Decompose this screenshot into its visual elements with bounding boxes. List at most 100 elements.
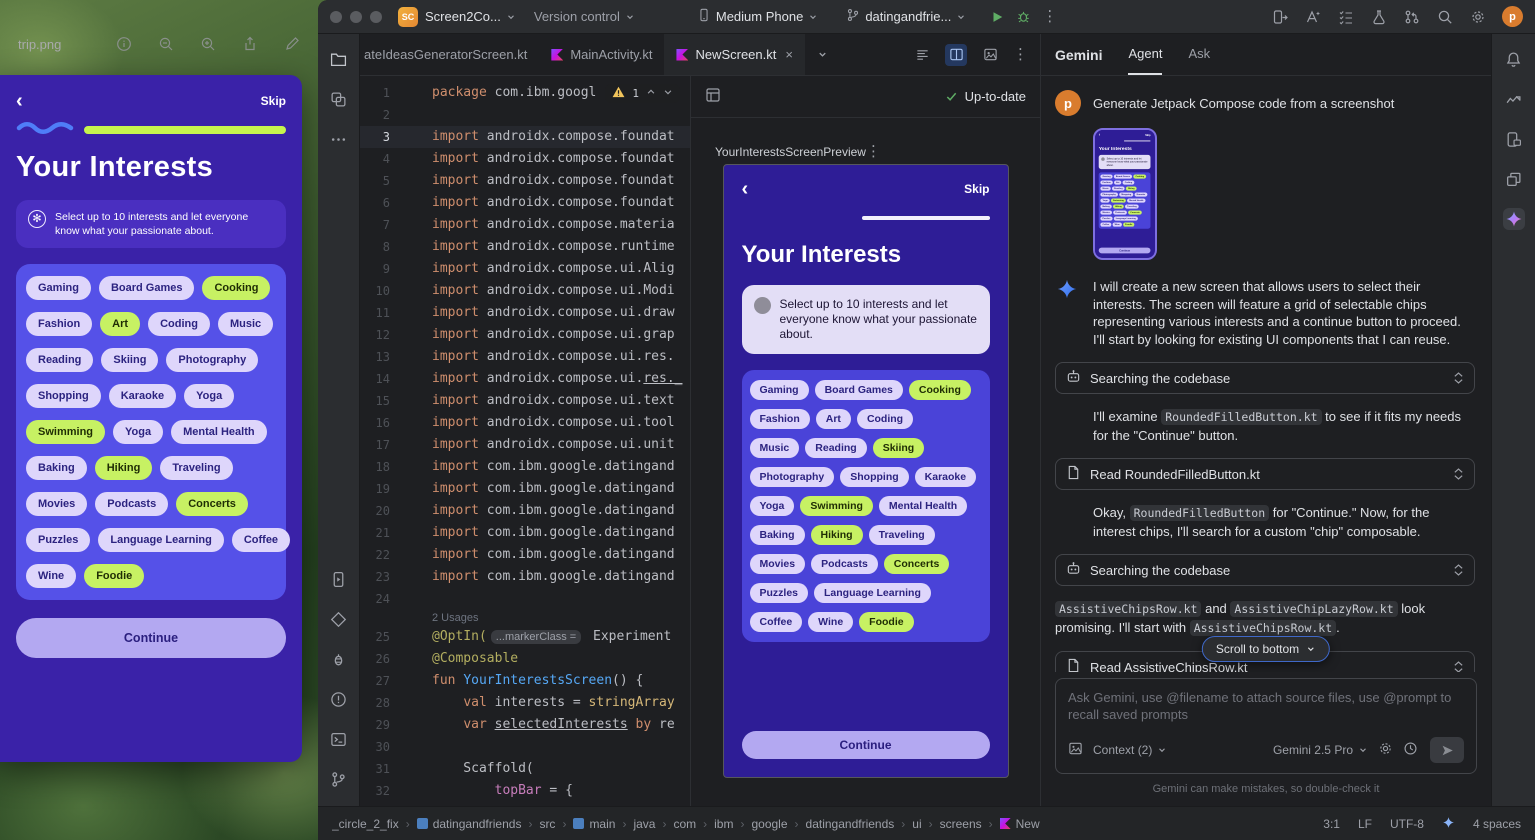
expand-collapse-icon[interactable] bbox=[1453, 467, 1464, 481]
code-editor[interactable]: 1package com.ibm.googl23import androidx.… bbox=[360, 76, 690, 806]
interest-chip[interactable]: Podcasts bbox=[811, 554, 878, 574]
debug-button[interactable] bbox=[1014, 8, 1032, 26]
preview-options-icon[interactable]: ⋮ bbox=[866, 144, 881, 159]
layout-inspector-icon[interactable] bbox=[1503, 168, 1525, 190]
interest-chip[interactable]: Art bbox=[100, 312, 140, 336]
ai-status-icon[interactable] bbox=[1442, 816, 1455, 832]
gemini-settings-icon[interactable] bbox=[1378, 741, 1393, 759]
device-selector[interactable]: Medium Phone bbox=[697, 8, 818, 25]
interest-chip[interactable]: Podcasts bbox=[95, 492, 168, 516]
interest-chip[interactable]: Wine bbox=[26, 564, 76, 588]
breadcrumb-item[interactable]: New bbox=[1000, 817, 1040, 831]
model-selector[interactable]: Gemini 2.5 Pro bbox=[1273, 743, 1368, 757]
interest-chip[interactable]: Music bbox=[218, 312, 273, 336]
build-analyzer-icon[interactable] bbox=[1370, 8, 1388, 26]
interest-chip[interactable]: Yoga bbox=[750, 496, 795, 516]
device-explorer-icon[interactable] bbox=[1503, 128, 1525, 150]
breadcrumb-item[interactable]: main bbox=[573, 817, 615, 831]
view-design-icon[interactable] bbox=[979, 44, 1001, 66]
interest-chip[interactable]: Skiing bbox=[101, 348, 158, 372]
interest-chip[interactable]: Swimming bbox=[800, 496, 873, 516]
expand-collapse-icon[interactable] bbox=[1453, 371, 1464, 385]
interest-chip[interactable]: Cooking bbox=[909, 380, 971, 400]
interest-chip[interactable]: Mental Health bbox=[879, 496, 967, 516]
interest-chip[interactable]: Board Games bbox=[815, 380, 903, 400]
interest-chip[interactable]: Shopping bbox=[26, 384, 101, 408]
tool-card-read[interactable]: Read RoundedFilledButton.kt bbox=[1055, 458, 1475, 490]
version-control-icon[interactable] bbox=[328, 768, 350, 790]
profile-avatar[interactable]: p bbox=[1502, 6, 1523, 27]
interest-chip[interactable]: Wine bbox=[808, 612, 853, 632]
interest-chip[interactable]: Concerts bbox=[176, 492, 248, 516]
more-tool-windows-icon[interactable] bbox=[328, 128, 350, 150]
maximize-window-icon[interactable] bbox=[370, 11, 382, 23]
continue-button[interactable]: Continue bbox=[742, 731, 990, 759]
interest-chip[interactable]: Hiking bbox=[811, 525, 863, 545]
project-selector[interactable]: Screen2Co... bbox=[425, 9, 516, 24]
indent-setting[interactable]: 4 spaces bbox=[1473, 817, 1521, 831]
preview-phone[interactable]: ‹ Skip Your Interests Select up to 10 in… bbox=[723, 164, 1009, 778]
interest-chip[interactable]: Coffee bbox=[750, 612, 803, 632]
interest-chip[interactable]: Yoga bbox=[113, 420, 163, 444]
context-selector[interactable]: Context (2) bbox=[1093, 743, 1167, 757]
edit-icon[interactable] bbox=[283, 35, 301, 53]
app-quality-insights-icon[interactable] bbox=[328, 648, 350, 670]
interest-chip[interactable]: Coding bbox=[857, 409, 913, 429]
line-separator[interactable]: LF bbox=[1358, 817, 1372, 831]
back-chevron-icon[interactable]: ‹ bbox=[742, 182, 749, 196]
interest-chip[interactable]: Baking bbox=[26, 456, 87, 480]
interest-chip[interactable]: Music bbox=[750, 438, 800, 458]
interest-chip[interactable]: Foodie bbox=[859, 612, 913, 632]
send-button[interactable] bbox=[1430, 737, 1464, 763]
interest-chip[interactable]: Swimming bbox=[26, 420, 105, 444]
interest-chip[interactable]: Concerts bbox=[884, 554, 950, 574]
scroll-to-bottom-button[interactable]: Scroll to bottom bbox=[1202, 636, 1330, 662]
task-list-icon[interactable] bbox=[1337, 8, 1355, 26]
profiler-icon[interactable] bbox=[1503, 88, 1525, 110]
interest-chip[interactable]: Karaoke bbox=[109, 384, 176, 408]
view-code-icon[interactable] bbox=[911, 44, 933, 66]
close-window-icon[interactable] bbox=[330, 11, 342, 23]
interest-chip[interactable]: Hiking bbox=[95, 456, 153, 480]
breadcrumb-item[interactable]: screens bbox=[940, 817, 982, 831]
interest-chip[interactable]: Photography bbox=[166, 348, 258, 372]
interest-chip[interactable]: Language Learning bbox=[98, 528, 223, 552]
attach-image-icon[interactable] bbox=[1068, 741, 1083, 759]
breadcrumb-item[interactable]: src bbox=[539, 817, 555, 831]
interest-chip[interactable]: Reading bbox=[26, 348, 93, 372]
continue-button[interactable]: Continue bbox=[16, 618, 286, 658]
close-tab-icon[interactable]: × bbox=[785, 47, 793, 62]
breadcrumb-item[interactable]: com bbox=[673, 817, 696, 831]
editor-options-icon[interactable]: ⋮ bbox=[1013, 47, 1028, 62]
gemini-chat[interactable]: pGenerate Jetpack Compose code from a sc… bbox=[1041, 76, 1491, 672]
minimize-window-icon[interactable] bbox=[350, 11, 362, 23]
preview-layout-icon[interactable] bbox=[705, 87, 721, 106]
gemini-toolwindow-icon[interactable] bbox=[1503, 208, 1525, 230]
more-actions-icon[interactable]: ⋮ bbox=[1042, 9, 1057, 24]
run-button[interactable] bbox=[988, 8, 1006, 26]
tab-ask[interactable]: Ask bbox=[1188, 34, 1210, 75]
app-inspection-icon[interactable] bbox=[328, 608, 350, 630]
interest-chip[interactable]: Cooking bbox=[202, 276, 270, 300]
interest-chip[interactable]: Gaming bbox=[750, 380, 809, 400]
skip-button[interactable]: Skip bbox=[964, 182, 989, 196]
inspections-widget[interactable]: 1 bbox=[605, 84, 680, 103]
interest-chip[interactable]: Coffee bbox=[232, 528, 290, 552]
back-chevron-icon[interactable]: ‹ bbox=[16, 94, 23, 108]
pull-request-icon[interactable] bbox=[1403, 8, 1421, 26]
history-icon[interactable] bbox=[1403, 741, 1418, 759]
view-split-icon[interactable] bbox=[945, 44, 967, 66]
resource-manager-icon[interactable] bbox=[328, 88, 350, 110]
interest-chip[interactable]: Baking bbox=[750, 525, 805, 545]
tab-newscreen[interactable]: NewScreen.kt× bbox=[664, 34, 805, 75]
search-icon[interactable] bbox=[1436, 8, 1454, 26]
caret-position[interactable]: 3:1 bbox=[1323, 817, 1340, 831]
project-tool-icon[interactable] bbox=[328, 48, 350, 70]
interest-chip[interactable]: Yoga bbox=[184, 384, 234, 408]
interest-chip[interactable]: Coding bbox=[148, 312, 210, 336]
expand-collapse-icon[interactable] bbox=[1453, 660, 1464, 672]
notifications-icon[interactable] bbox=[1503, 48, 1525, 70]
share-icon[interactable] bbox=[241, 35, 259, 53]
terminal-icon[interactable] bbox=[328, 728, 350, 750]
interest-chip[interactable]: Puzzles bbox=[26, 528, 90, 552]
